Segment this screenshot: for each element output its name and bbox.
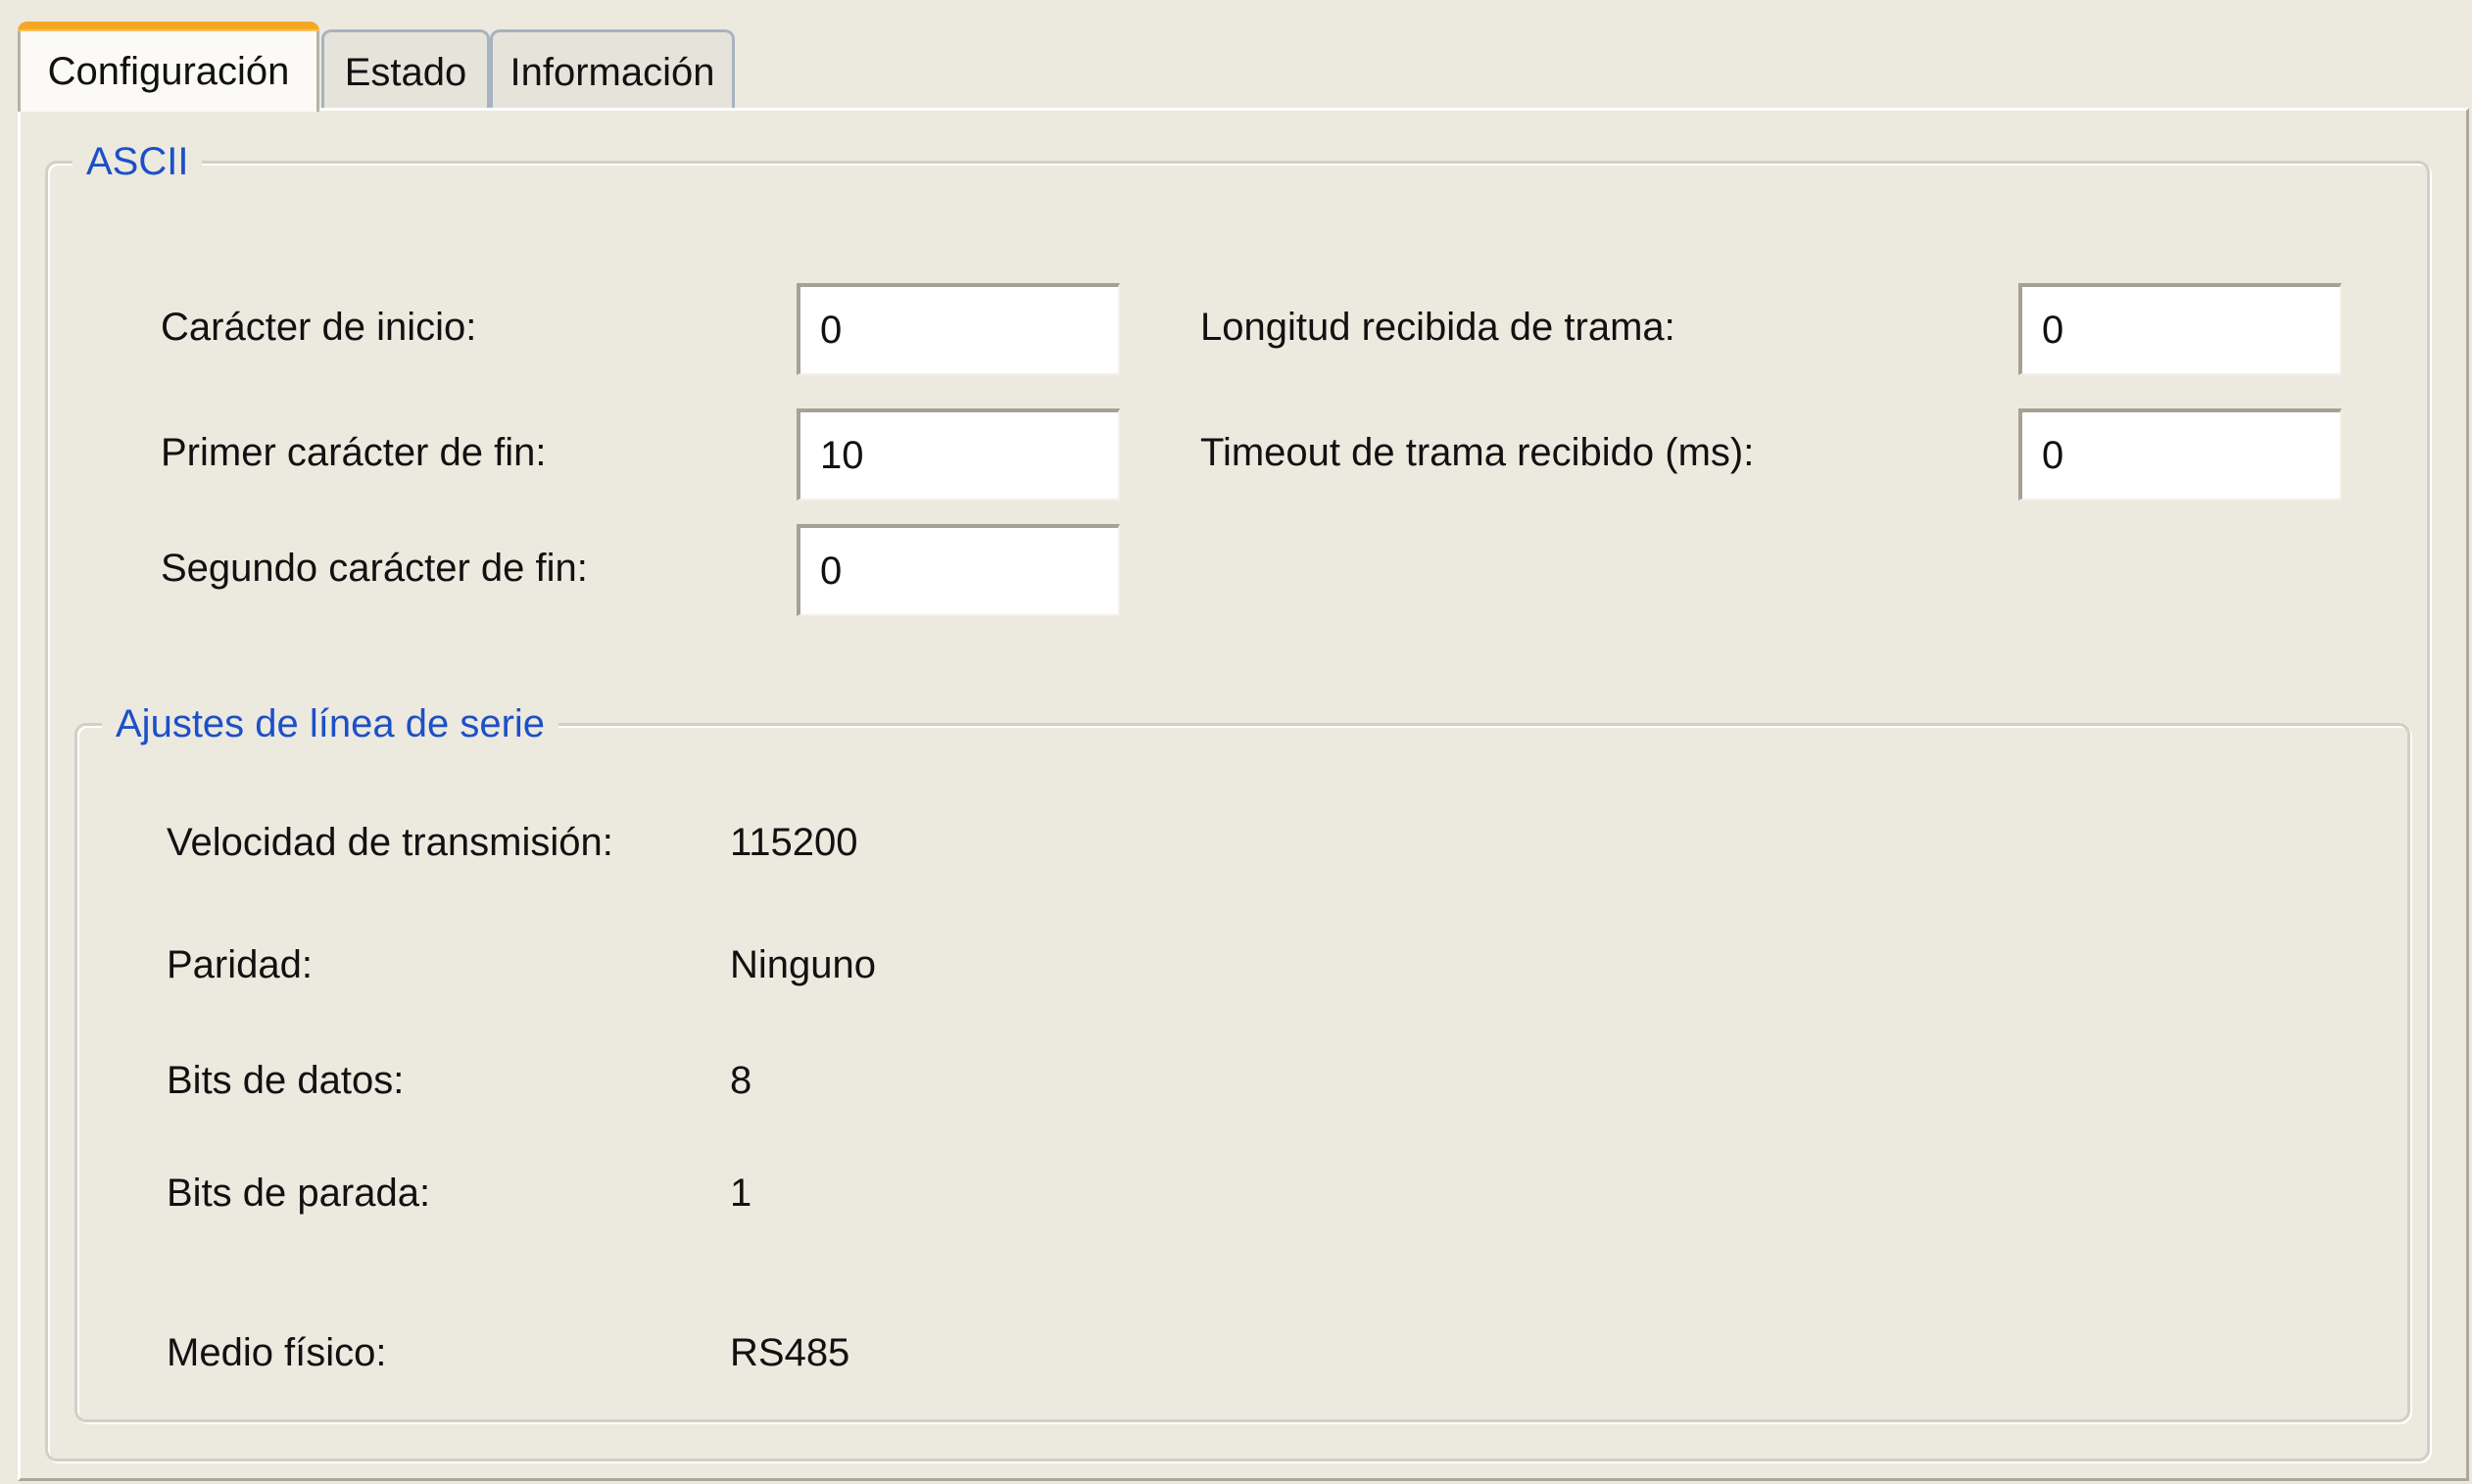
tab-estado-label: Estado <box>344 51 467 94</box>
second-end-char-input[interactable] <box>797 524 1120 616</box>
frame-length-input[interactable] <box>2018 283 2342 375</box>
physical-medium-label: Medio físico: <box>167 1331 387 1374</box>
data-bits-label: Bits de datos: <box>167 1059 405 1102</box>
baud-rate-label: Velocidad de transmisión: <box>167 821 613 864</box>
frame-timeout-input[interactable] <box>2018 408 2342 501</box>
parity-value: Ninguno <box>730 943 877 986</box>
tab-informacion[interactable]: Información <box>490 29 735 110</box>
parity-label: Paridad: <box>167 943 313 986</box>
serial-settings-legend: Ajustes de línea de serie <box>102 700 559 747</box>
frame-length-label: Longitud recibida de trama: <box>1200 306 1675 349</box>
data-bits-value: 8 <box>730 1059 752 1102</box>
ascii-group-legend: ASCII <box>73 138 203 185</box>
second-end-char-label: Segundo carácter de fin: <box>161 547 588 590</box>
tab-configuracion-label: Configuración <box>47 50 290 93</box>
start-char-input[interactable] <box>797 283 1120 375</box>
first-end-char-label: Primer carácter de fin: <box>161 431 547 474</box>
tab-configuracion[interactable]: Configuración <box>18 22 319 112</box>
stop-bits-label: Bits de parada: <box>167 1172 431 1215</box>
baud-rate-value: 115200 <box>730 821 858 864</box>
physical-medium-value: RS485 <box>730 1331 850 1374</box>
tab-informacion-label: Información <box>509 51 715 94</box>
first-end-char-input[interactable] <box>797 408 1120 501</box>
stop-bits-value: 1 <box>730 1172 752 1215</box>
frame-timeout-label: Timeout de trama recibido (ms): <box>1200 431 1755 474</box>
start-char-label: Carácter de inicio: <box>161 306 477 349</box>
tab-estado[interactable]: Estado <box>321 29 490 110</box>
